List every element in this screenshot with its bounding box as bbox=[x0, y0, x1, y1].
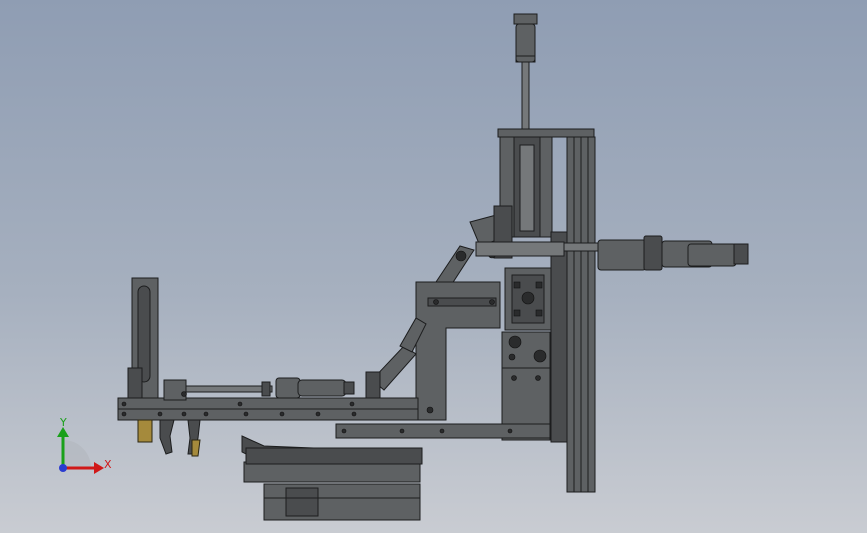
z-axis-dot bbox=[59, 464, 67, 472]
x-axis-label: X bbox=[104, 458, 112, 471]
y-axis-label: Y bbox=[59, 416, 67, 429]
gripper-pad-right bbox=[191, 439, 201, 457]
beam-cylinder-body bbox=[297, 379, 347, 397]
coordinate-triad: Y X bbox=[57, 416, 112, 474]
central-block[interactable] bbox=[501, 267, 552, 441]
profile-mount-plate bbox=[550, 231, 568, 443]
gripper-finger-left bbox=[159, 419, 175, 455]
gripper[interactable] bbox=[137, 419, 201, 457]
main-beam[interactable] bbox=[117, 397, 551, 439]
linkage-rod bbox=[475, 241, 565, 257]
slotted-plate[interactable] bbox=[127, 277, 159, 399]
horizontal-cylinder-collar bbox=[643, 235, 663, 271]
gripper-pad-left bbox=[137, 419, 153, 443]
top-cylinder-rod bbox=[521, 61, 530, 131]
slotted-plate-foot bbox=[127, 367, 143, 399]
valve-block bbox=[501, 331, 551, 369]
slide-top-plate bbox=[497, 128, 595, 138]
top-cylinder-nut bbox=[513, 13, 538, 25]
cad-viewport[interactable]: Y X bbox=[0, 0, 867, 533]
x-axis-arrow bbox=[94, 462, 104, 474]
bottom-fixture[interactable] bbox=[241, 435, 423, 521]
horizontal-cylinder-body bbox=[597, 239, 647, 271]
vertical-profile[interactable] bbox=[550, 136, 596, 493]
assembly-drawing[interactable]: Y X bbox=[0, 0, 867, 533]
beam-cylinder-rod bbox=[185, 385, 273, 393]
l-bracket[interactable] bbox=[415, 281, 501, 421]
horizontal-cylinder-nut bbox=[733, 243, 749, 265]
beam-cylinder-clamp bbox=[275, 377, 301, 399]
fixture-upper bbox=[243, 461, 421, 483]
lower-linkage-clevis bbox=[365, 371, 381, 399]
beam-cylinder-block bbox=[163, 379, 187, 401]
top-cylinder[interactable] bbox=[513, 13, 538, 131]
horizontal-cylinder-rod bbox=[559, 242, 603, 252]
beam-cylinder[interactable] bbox=[163, 377, 355, 401]
